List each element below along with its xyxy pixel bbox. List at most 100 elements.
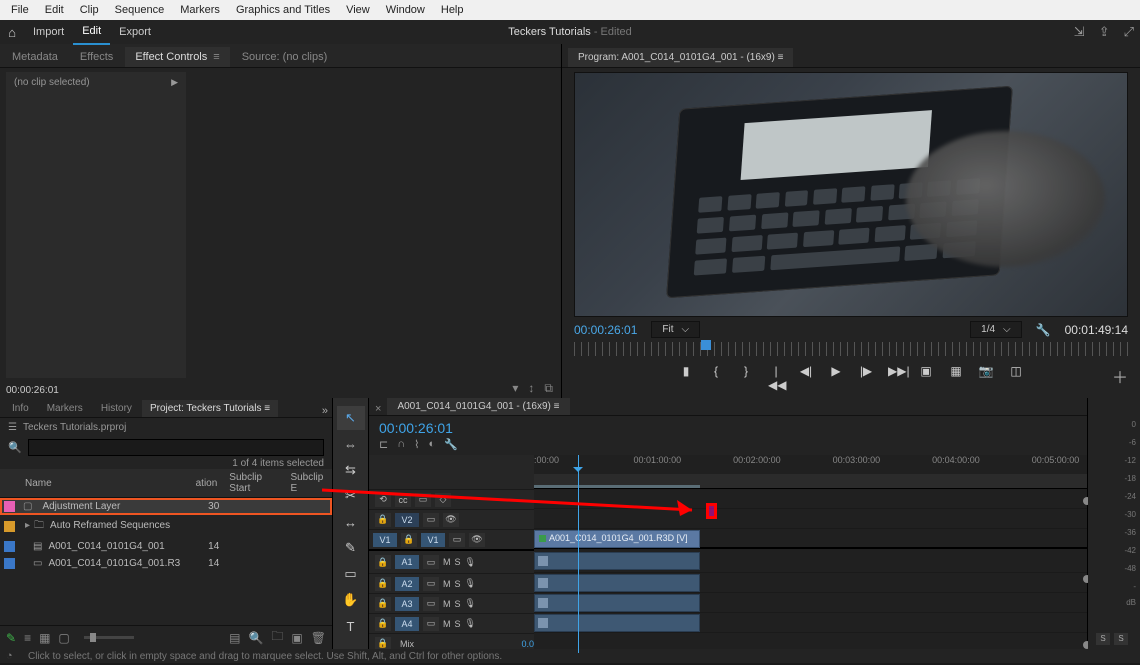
- a2-track-header[interactable]: 🔒A2 ▭MS🎙: [369, 573, 534, 593]
- caption-icon[interactable]: cc: [395, 493, 411, 507]
- timeline-playhead[interactable]: [578, 455, 579, 653]
- audio-clip-a3[interactable]: [534, 594, 700, 612]
- mark-out-icon[interactable]: }: [738, 364, 754, 392]
- razor-tool[interactable]: ✂: [337, 484, 365, 508]
- step-back-icon[interactable]: ◀|: [798, 364, 814, 392]
- settings-icon[interactable]: 🔧: [444, 438, 458, 451]
- v2-track-header[interactable]: 🔒 V2 ▭ 👁: [369, 509, 534, 529]
- snap-icon[interactable]: ∩: [397, 438, 405, 451]
- thumbnail-size-slider[interactable]: [84, 636, 134, 639]
- program-timebar[interactable]: [574, 342, 1128, 356]
- menu-help[interactable]: Help: [434, 2, 471, 18]
- export-frame-icon[interactable]: 📷: [978, 364, 994, 392]
- menu-clip[interactable]: Clip: [73, 2, 106, 18]
- tab-effects[interactable]: Effects: [70, 47, 123, 67]
- ws-tab-import[interactable]: Import: [24, 20, 73, 44]
- panel-menu-icon[interactable]: ≡: [264, 403, 270, 414]
- menu-graphics[interactable]: Graphics and Titles: [229, 2, 337, 18]
- button-editor-icon[interactable]: ＋: [1112, 364, 1128, 388]
- solo-left[interactable]: S: [1096, 633, 1110, 645]
- panel-menu-icon[interactable]: ≡: [554, 401, 560, 412]
- menu-markers[interactable]: Markers: [173, 2, 227, 18]
- sync-lock-icon[interactable]: ⟲: [375, 493, 391, 507]
- overflow-icon[interactable]: »: [322, 405, 328, 417]
- ws-tab-edit[interactable]: Edit: [73, 19, 110, 45]
- menu-edit[interactable]: Edit: [38, 2, 71, 18]
- project-breadcrumb[interactable]: Teckers Tutorials.prproj: [23, 422, 126, 433]
- rectangle-tool[interactable]: ▭: [337, 562, 365, 586]
- lift-icon[interactable]: ▣: [918, 364, 934, 392]
- ws-tab-export[interactable]: Export: [110, 20, 160, 44]
- audio-clip-a2[interactable]: [534, 574, 700, 592]
- ripple-tool[interactable]: ⇆: [337, 458, 365, 482]
- filter-icon[interactable]: ▾: [512, 381, 518, 396]
- new-bin-icon[interactable]: 🗀: [271, 627, 283, 648]
- sort-icon[interactable]: ↕: [528, 381, 534, 396]
- go-to-in-icon[interactable]: |◀◀: [768, 364, 784, 392]
- slip-tool[interactable]: ↔: [337, 510, 365, 534]
- menu-sequence[interactable]: Sequence: [108, 2, 172, 18]
- project-row-clip[interactable]: ▭A001_C014_0101G4_001.R3 14: [0, 555, 332, 572]
- v1-track-header[interactable]: V1 🔒 V1 ▭ 👁: [369, 529, 534, 549]
- automate-icon[interactable]: ▤: [229, 631, 240, 645]
- icon-view-icon[interactable]: ▦: [39, 631, 50, 645]
- close-tab-icon[interactable]: ×: [375, 403, 381, 415]
- tab-source[interactable]: Source: (no clips): [232, 47, 338, 67]
- pen-icon[interactable]: ✎: [6, 631, 16, 645]
- panel-menu-icon[interactable]: ≡: [778, 52, 784, 63]
- project-search-input[interactable]: [28, 439, 324, 456]
- tab-effect-controls[interactable]: Effect Controls≡: [125, 47, 229, 67]
- a3-track-header[interactable]: 🔒A3 ▭MS🎙: [369, 593, 534, 613]
- settings-icon[interactable]: 🔧: [1036, 323, 1051, 337]
- v3-track-header[interactable]: ⟲ cc ▭◇: [369, 489, 534, 509]
- timeline-timecode[interactable]: 00:00:26:01: [379, 420, 1077, 436]
- extract-icon[interactable]: ▦: [948, 364, 964, 392]
- delete-icon[interactable]: 🗑: [311, 631, 326, 645]
- mark-in-icon[interactable]: {: [708, 364, 724, 392]
- comparison-icon[interactable]: ◫: [1008, 364, 1024, 392]
- home-icon[interactable]: ⌂: [0, 25, 24, 40]
- video-clip[interactable]: A001_C014_0101G4_001.R3D [V]: [534, 530, 700, 548]
- menu-file[interactable]: File: [4, 2, 36, 18]
- snap-icon[interactable]: ⧉: [544, 381, 553, 396]
- a4-track-header[interactable]: 🔒A4 ▭MS🎙: [369, 613, 534, 633]
- mic-icon[interactable]: 🎙: [465, 557, 476, 568]
- type-tool[interactable]: T: [337, 614, 365, 638]
- eye-icon[interactable]: 👁: [443, 513, 459, 527]
- program-resolution-dropdown[interactable]: 1/4⌵: [970, 321, 1022, 338]
- audio-clip-a1[interactable]: [534, 552, 700, 570]
- program-playhead[interactable]: [701, 340, 711, 350]
- tab-metadata[interactable]: Metadata: [2, 47, 68, 67]
- nest-icon[interactable]: ⊏: [379, 438, 388, 451]
- program-tab[interactable]: Program: A001_C014_0101G4_001 - (16x9) ≡: [568, 48, 793, 67]
- project-list[interactable]: Name ation Subclip Start Subclip E ▢Adju…: [0, 469, 332, 572]
- find-icon[interactable]: 🔍: [248, 631, 263, 645]
- freeform-view-icon[interactable]: ▢: [58, 631, 69, 645]
- step-forward-icon[interactable]: |▶: [858, 364, 874, 392]
- timeline-tracks[interactable]: :00:00 00:01:00:00 00:02:00:00 00:03:00:…: [534, 455, 1087, 653]
- bin-back-icon[interactable]: ☰: [8, 422, 17, 433]
- quick-export-icon[interactable]: ⇲: [1074, 24, 1085, 40]
- os-menubar[interactable]: File Edit Clip Sequence Markers Graphics…: [0, 0, 1140, 20]
- program-timecode[interactable]: 00:00:26:01: [574, 323, 637, 337]
- chevron-right-icon[interactable]: ▶: [171, 77, 178, 88]
- go-to-out-icon[interactable]: ▶▶|: [888, 364, 904, 392]
- add-marker-icon[interactable]: ▮: [678, 364, 694, 392]
- new-item-icon[interactable]: ▣: [291, 631, 302, 645]
- pen-tool[interactable]: ✎: [337, 536, 365, 560]
- marker-span-icon[interactable]: ◐: [429, 438, 436, 451]
- tab-info[interactable]: Info: [4, 400, 37, 417]
- project-row-adjustment-layer[interactable]: ▢Adjustment Layer 30: [0, 498, 332, 516]
- timeline-ruler[interactable]: :00:00 00:01:00:00 00:02:00:00 00:03:00:…: [534, 455, 1087, 489]
- a1-track-header[interactable]: 🔒A1 ▭MS🎙: [369, 549, 534, 573]
- menu-view[interactable]: View: [339, 2, 377, 18]
- menu-window[interactable]: Window: [379, 2, 432, 18]
- tab-markers[interactable]: Markers: [39, 400, 91, 417]
- fullscreen-icon[interactable]: ⤢: [1124, 24, 1134, 40]
- tab-history[interactable]: History: [93, 400, 140, 417]
- timeline-tab[interactable]: A001_C014_0101G4_001 - (16x9) ≡: [387, 398, 569, 415]
- tab-project[interactable]: Project: Teckers Tutorials ≡: [142, 400, 278, 417]
- linked-selection-icon[interactable]: ⌇: [414, 438, 419, 451]
- selection-tool[interactable]: ↖: [337, 406, 365, 430]
- solo-right[interactable]: S: [1114, 633, 1128, 645]
